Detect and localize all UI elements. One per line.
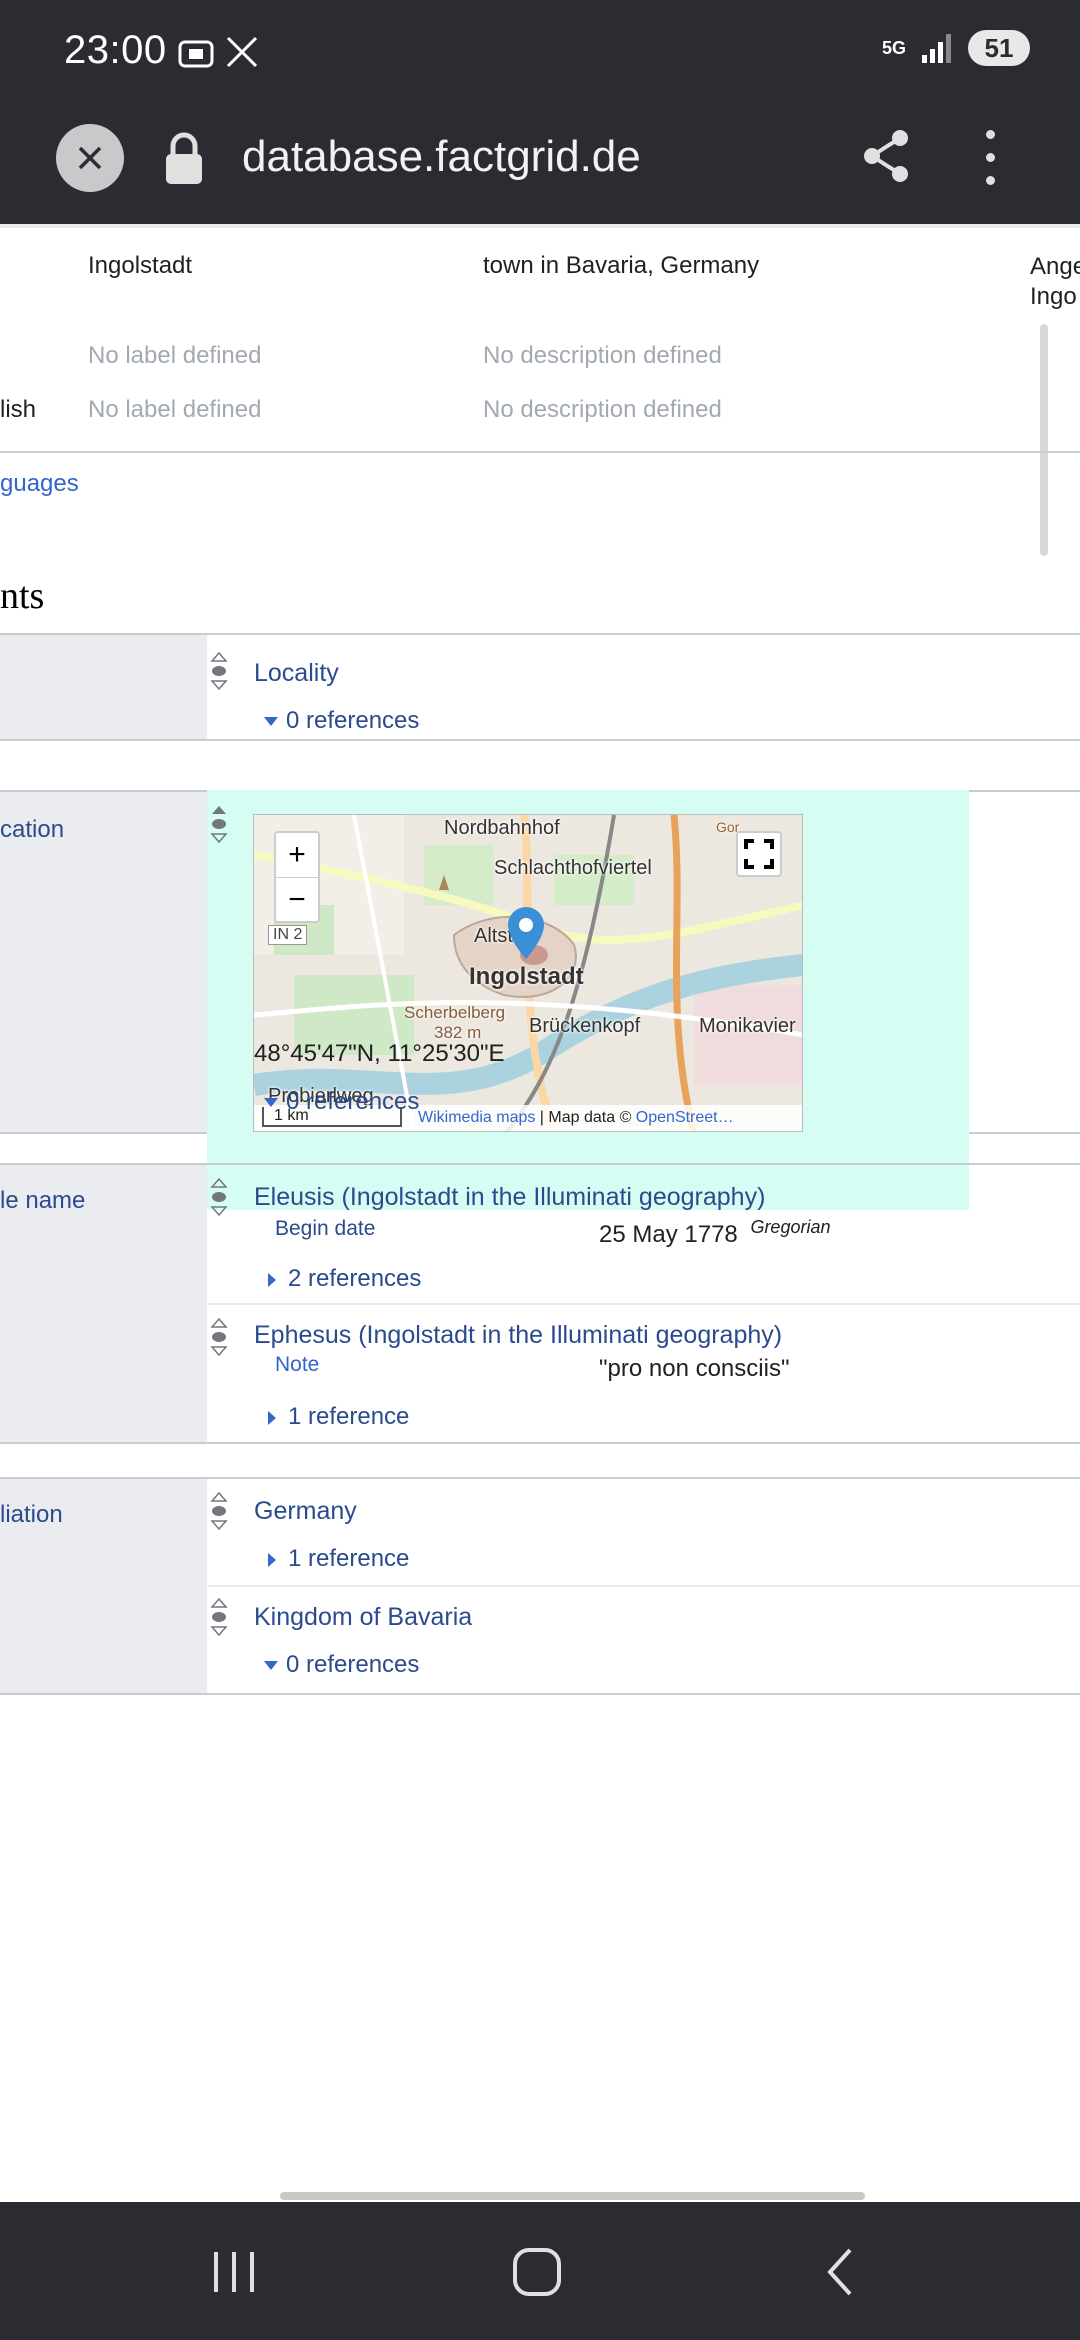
status-indicators: 5G 51 [882,30,1030,66]
openstreetmap-link[interactable]: OpenStreet… [636,1109,734,1126]
close-tab-button[interactable] [56,124,124,192]
collapsed-icon [268,1410,276,1425]
label-cell: Ingolstadt [88,252,193,279]
qualifier-value: "pro non consciis" [599,1355,790,1382]
description-cell: No description defined [483,342,722,369]
collapsed-icon [268,1272,276,1287]
status-time: 23:00 [64,28,167,72]
statement-value[interactable]: Kingdom of Bavaria [254,1603,472,1632]
property-label[interactable]: cation [0,816,64,844]
statement-group: liation Germany 1 reference Kingdom of B… [0,1477,1080,1695]
references-toggle[interactable]: 2 references [268,1265,421,1293]
screenshot-icon [178,40,214,68]
property-label[interactable]: le name [0,1187,85,1215]
rank-icon[interactable] [208,1317,230,1357]
zoom-in-button[interactable]: + [276,833,318,877]
qualifier-property[interactable]: Note [275,1353,319,1377]
expand-icon [264,1098,278,1108]
label-cell: No label defined [88,342,262,369]
calendar-model: Gregorian [750,1217,831,1237]
label-cell: No label defined [88,396,262,423]
map-place-label: Scherbelberg [404,1003,506,1022]
map-zoom-control: + − [274,831,320,923]
map-place-label: Brückenkopf [529,1015,641,1037]
statement-value[interactable]: Ephesus (Ingolstadt in the Illuminati ge… [254,1321,782,1350]
map-place-label: Schlachthofviertel [494,857,652,879]
statement-group: le name Eleusis (Ingolstadt in the Illum… [0,1163,1080,1444]
fullscreen-button[interactable] [736,831,782,877]
share-icon[interactable] [862,128,912,184]
map-marker-icon[interactable] [504,905,548,969]
rank-icon[interactable] [208,1597,230,1637]
more-options-button[interactable] [978,130,1002,190]
rank-icon[interactable] [208,651,230,691]
x-app-icon [226,36,258,68]
statement-value[interactable]: Germany [254,1497,357,1526]
map-place-label: Nordbahnhof [444,817,560,839]
fullscreen-icon [744,839,774,869]
map-place-label: Monikavier [699,1015,796,1037]
property-label[interactable]: liation [0,1501,63,1529]
qualifier-value: 25 May 1778 Gregorian [599,1217,831,1248]
statements-heading: nts [0,575,45,617]
lock-icon[interactable] [164,130,204,186]
zoom-out-button[interactable]: − [276,877,318,921]
references-toggle[interactable]: 0 references [264,707,419,735]
expand-icon [264,717,278,727]
collapsed-icon [268,1552,276,1567]
references-toggle[interactable]: 0 references [264,1088,419,1116]
network-type: 5G [881,38,906,58]
all-languages-link[interactable]: guages [0,470,79,498]
location-map[interactable]: Nordbahnhof Schlachthofviertel Altst Ing… [253,814,803,1132]
qualifier-property[interactable]: Begin date [275,1217,375,1241]
wikimedia-maps-link[interactable]: Wikimedia maps [418,1109,535,1126]
description-cell: No description defined [483,396,722,423]
back-icon[interactable] [820,2242,860,2302]
rank-icon[interactable] [208,1177,230,1217]
statement-value[interactable]: Locality [254,659,339,688]
references-toggle[interactable]: 1 reference [268,1403,409,1431]
expand-icon [264,1661,278,1671]
status-bar: 23:00 5G 51 [0,0,1080,110]
close-icon [78,146,102,170]
language-cell: lish [0,396,37,423]
coordinate-value: 48°45'47"N, 11°25'30"E [254,1040,505,1067]
page-content: Ingolstadt town in Bavaria, Germany Ange… [0,224,1080,2202]
home-icon[interactable] [510,2242,566,2302]
references-toggle[interactable]: 0 references [264,1651,419,1679]
rank-icon[interactable] [208,804,230,844]
recent-apps-icon[interactable] [210,2242,260,2302]
statement-value[interactable]: Eleusis (Ingolstadt in the Illuminati ge… [254,1183,765,1212]
table-scrollbar[interactable] [1040,324,1048,556]
browser-toolbar: database.factgrid.de [0,110,1080,224]
statement-group: Locality 0 references [0,633,1080,741]
rank-icon[interactable] [208,1491,230,1531]
references-toggle[interactable]: 1 reference [268,1545,409,1573]
horizontal-scrollbar[interactable] [280,2192,865,2200]
battery-indicator: 51 [968,30,1030,66]
road-shield: IN 2 [268,925,308,945]
system-navigation-bar [0,2202,1080,2340]
description-cell: town in Bavaria, Germany [483,252,760,279]
signal-icon [922,34,951,63]
aliases-cell: Ange Ingo [1030,253,1080,310]
url-text[interactable]: database.factgrid.de [242,132,641,182]
